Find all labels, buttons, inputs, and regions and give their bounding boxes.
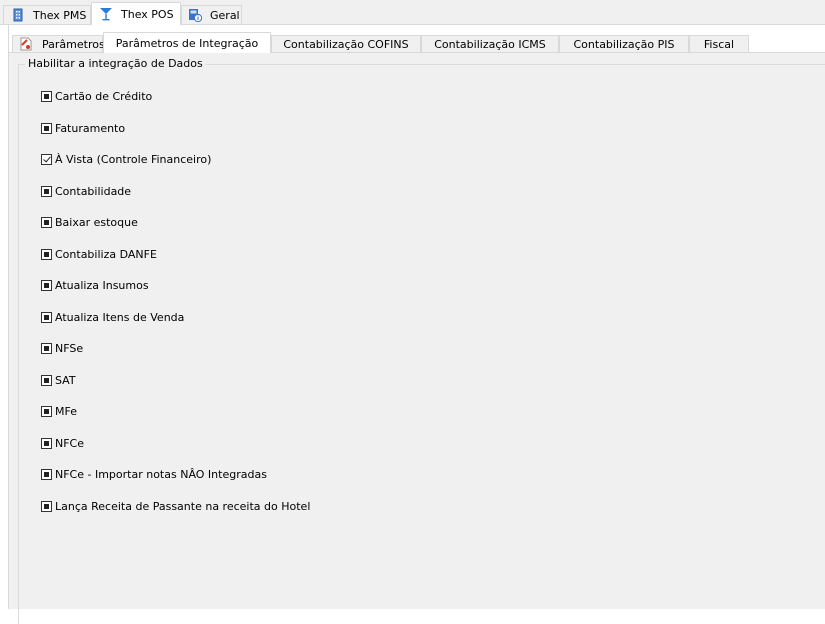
option-nfse[interactable]: NFSe [41,340,83,356]
checkbox[interactable] [41,342,52,354]
checkbox-label: Baixar estoque [55,215,138,229]
option-contabiliza-danfe[interactable]: Contabiliza DANFE [41,246,157,262]
tab-content-frame: Parâmetros Parâmetros de Integração Cont… [8,25,825,624]
checkbox[interactable] [41,153,52,165]
tab-label: Fiscal [703,37,735,51]
checkbox-label: Faturamento [55,121,126,135]
building-icon [11,8,25,22]
document-icon [19,37,33,51]
checkbox-label: NFCe - Importar notas NÂO Integradas [55,467,267,481]
integration-groupbox: Habilitar a integração de Dados Cartão d… [18,57,825,624]
checkbox[interactable] [41,468,52,480]
tab-label: Thex POS [121,7,174,21]
checkbox[interactable] [41,248,52,260]
cocktail-glass-icon [99,7,113,21]
option-sat[interactable]: SAT [41,372,76,388]
option-atualiza-insumos[interactable]: Atualiza Insumos [41,277,149,293]
checkbox[interactable] [41,437,52,449]
sub-tab-strip: Parâmetros Parâmetros de Integração Cont… [9,25,825,53]
checkbox[interactable] [41,311,52,323]
checkbox-label: Atualiza Insumos [55,278,149,292]
option-atualiza-itens-de-venda[interactable]: Atualiza Itens de Venda [41,309,184,325]
checkbox[interactable] [41,216,52,228]
option-nfce-importar[interactable]: NFCe - Importar notas NÂO Integradas [41,466,267,482]
checkbox-label: À Vista (Controle Financeiro) [55,152,212,166]
tab-contabilizacao-icms[interactable]: Contabilização ICMS [421,35,559,52]
checkbox-label: Cartão de Crédito [55,89,153,103]
tab-parametros-integracao[interactable]: Parâmetros de Integração [103,32,271,53]
checkbox[interactable] [41,500,52,512]
tab-label: Contabilização COFINS [283,37,409,51]
checkbox-label: NFSe [55,341,84,355]
checkbox[interactable] [41,185,52,197]
checkbox-label: NFCe [55,436,85,450]
option-a-vista[interactable]: À Vista (Controle Financeiro) [41,151,211,167]
option-contabilidade[interactable]: Contabilidade [41,183,131,199]
checkbox-label: Contabiliza DANFE [55,247,157,261]
checkbox[interactable] [41,405,52,417]
tab-label: Parâmetros de Integração [115,36,259,50]
tab-contabilizacao-cofins[interactable]: Contabilização COFINS [271,35,421,52]
tab-label: Thex PMS [33,8,87,22]
tab-geral[interactable]: Geral [181,5,242,24]
option-lanca-receita-passante[interactable]: Lança Receita de Passante na receita do … [41,498,310,514]
option-mfe[interactable]: MFe [41,403,77,419]
option-nfce[interactable]: NFCe [41,435,84,451]
option-cartao-de-credito[interactable]: Cartão de Crédito [41,88,152,104]
checkbox[interactable] [41,122,52,134]
tab-label: Geral [210,8,240,22]
checkbox-label: MFe [55,404,77,418]
integration-panel: Habilitar a integração de Dados Cartão d… [9,53,825,624]
tab-label: Contabilização ICMS [434,37,546,51]
tab-fiscal[interactable]: Fiscal [689,35,749,52]
groupbox-title: Habilitar a integração de Dados [25,57,206,71]
top-tab-strip: Thex PMS Thex POS Geral [0,0,825,25]
checkbox[interactable] [41,279,52,291]
tab-parametros[interactable]: Parâmetros [12,35,105,52]
tab-thex-pos[interactable]: Thex POS [91,2,181,25]
checkbox-label: Contabilidade [55,184,132,198]
checkbox[interactable] [41,90,52,102]
option-baixar-estoque[interactable]: Baixar estoque [41,214,138,230]
checkbox[interactable] [41,374,52,386]
tab-thex-pms[interactable]: Thex PMS [3,5,91,24]
tab-label: Contabilização PIS [573,37,675,51]
checkbox-label: SAT [55,373,76,387]
checkbox-label: Atualiza Itens de Venda [55,310,185,324]
tab-label: Parâmetros [42,37,105,51]
option-faturamento[interactable]: Faturamento [41,120,125,136]
register-info-icon [188,8,203,23]
tab-contabilizacao-pis[interactable]: Contabilização PIS [559,35,689,52]
checkbox-label: Lança Receita de Passante na receita do … [55,499,311,513]
